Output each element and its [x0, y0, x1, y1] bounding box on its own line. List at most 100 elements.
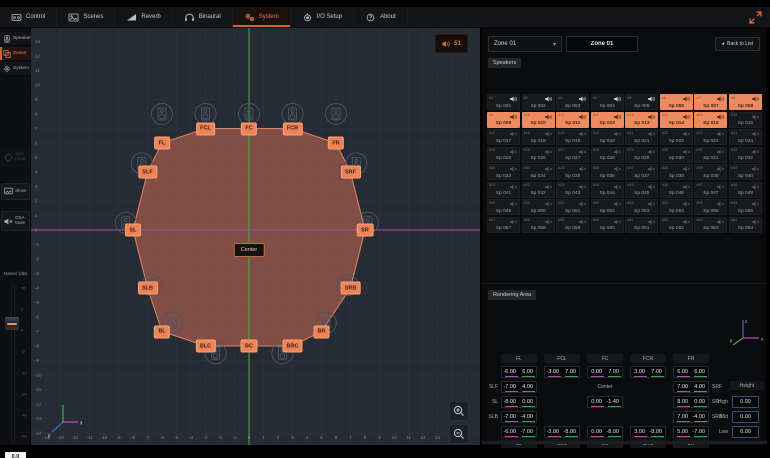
speaker-cell[interactable]: #63Sp 063: [694, 217, 727, 233]
speaker-cell[interactable]: #21Sp 021: [625, 129, 658, 145]
speaker-cell[interactable]: #58Sp 058: [522, 217, 555, 233]
height-field-Low[interactable]: 0.00: [732, 426, 759, 438]
ra-coordinate-field-SR[interactable]: 8.000.00: [673, 396, 709, 408]
speaker-cell[interactable]: #32Sp 032: [729, 147, 762, 163]
ra-coordinate-field-FL[interactable]: -6.006.00: [501, 366, 537, 378]
speaker-cell[interactable]: #54Sp 054: [660, 199, 693, 215]
speaker-cell[interactable]: #36Sp 036: [591, 164, 624, 180]
speaker-position-chip-SR[interactable]: SR: [357, 224, 374, 237]
ra-coordinate-field-SRB[interactable]: 7.00-4.00: [673, 411, 709, 423]
speaker-position-chip-FCR[interactable]: FCR: [282, 122, 302, 135]
speaker-cell[interactable]: #28Sp 028: [591, 147, 624, 163]
sidebar-item-zones[interactable]: Zones: [0, 47, 31, 61]
zoom-out-button[interactable]: [449, 424, 469, 444]
speaker-cell[interactable]: #16Sp 016: [729, 112, 762, 128]
speaker-cell[interactable]: #56Sp 056: [729, 199, 762, 215]
center-marker-chip[interactable]: Center: [234, 243, 265, 257]
speaker-cell[interactable]: #39Sp 039: [694, 164, 727, 180]
speaker-position-chip-FC[interactable]: FC: [241, 122, 257, 135]
speaker-position-chip-SRB[interactable]: SRB: [340, 282, 361, 295]
speaker-cell[interactable]: #22Sp 022: [660, 129, 693, 145]
speaker-cell[interactable]: #24Sp 024: [729, 129, 762, 145]
speaker-cell[interactable]: #41Sp 041: [487, 182, 520, 198]
speaker-cell[interactable]: #31Sp 031: [694, 147, 727, 163]
speaker-cell[interactable]: #60Sp 060: [591, 217, 624, 233]
speaker-cell[interactable]: #18Sp 018: [522, 129, 555, 145]
speaker-position-chip-FCL[interactable]: FCL: [196, 122, 216, 135]
ra-coordinate-field-FCR[interactable]: 3.007.00: [630, 366, 666, 378]
speaker-cell[interactable]: #26Sp 026: [522, 147, 555, 163]
speaker-position-chip-FR[interactable]: FR: [328, 137, 344, 150]
speaker-cell[interactable]: #9Sp 009: [487, 112, 520, 128]
speaker-position-chip-FL[interactable]: FL: [154, 137, 170, 150]
ra-coordinate-field-SLF[interactable]: -7.004.00: [501, 381, 537, 393]
ra-coordinate-field-BRC[interactable]: 3.00-8.00: [630, 426, 666, 438]
speaker-cell[interactable]: #5Sp 005: [625, 94, 658, 110]
tab-system[interactable]: System: [233, 7, 291, 27]
ra-coordinate-field-FCL[interactable]: -3.007.00: [544, 366, 580, 378]
speaker-cell[interactable]: #8Sp 008: [729, 94, 762, 110]
speaker-position-chip-BR[interactable]: BR: [313, 325, 330, 338]
speaker-cell[interactable]: #4Sp 004: [591, 94, 624, 110]
speaker-position-chip-SLB[interactable]: SLB: [138, 282, 158, 295]
ra-coordinate-field-BL[interactable]: -6.00-7.00: [501, 426, 537, 438]
speaker-cell[interactable]: #59Sp 059: [556, 217, 589, 233]
speaker-cell[interactable]: #27Sp 027: [556, 147, 589, 163]
speaker-cell[interactable]: #25Sp 025: [487, 147, 520, 163]
speaker-cell[interactable]: #20Sp 020: [591, 129, 624, 145]
tab-binaural[interactable]: Binaural: [173, 7, 233, 27]
tab-about[interactable]: About: [354, 7, 408, 27]
speaker-cell[interactable]: #45Sp 045: [625, 182, 658, 198]
speaker-cell[interactable]: #46Sp 046: [660, 182, 693, 198]
ra-coordinate-field-FC[interactable]: 0.007.00: [587, 366, 623, 378]
speaker-cell[interactable]: #47Sp 047: [694, 182, 727, 198]
speaker-cell[interactable]: #38Sp 038: [660, 164, 693, 180]
solo-clear-button[interactable]: Solo Clear: [1, 148, 30, 166]
speaker-cell[interactable]: #53Sp 053: [625, 199, 658, 215]
osa-mute-button[interactable]: OSA Mute: [1, 211, 30, 231]
height-field-Mid[interactable]: 0.00: [732, 411, 759, 423]
speaker-cell[interactable]: #52Sp 052: [591, 199, 624, 215]
speaker-cell[interactable]: #10Sp 010: [522, 112, 555, 128]
ra-coordinate-field-SL[interactable]: -8.000.00: [501, 396, 537, 408]
speaker-cell[interactable]: #29Sp 029: [625, 147, 658, 163]
zone-select-dropdown[interactable]: Zone 01 ▾: [488, 36, 562, 52]
speaker-position-chip-SLF[interactable]: SLF: [138, 166, 157, 179]
zone-plot[interactable]: -14-13-12-11-10-9-8-7-6-5-4-3-2-10123456…: [31, 28, 480, 445]
sidebar-item-speakers[interactable]: Speakers: [0, 32, 31, 46]
fader-track[interactable]: [12, 286, 14, 442]
tab-control[interactable]: Control: [0, 7, 57, 27]
speaker-cell[interactable]: #30Sp 030: [660, 147, 693, 163]
speaker-cell[interactable]: #51Sp 051: [556, 199, 589, 215]
zone-name-input[interactable]: [566, 36, 638, 52]
speaker-cell[interactable]: #50Sp 050: [522, 199, 555, 215]
speaker-cell[interactable]: #62Sp 062: [660, 217, 693, 233]
speaker-cell[interactable]: #55Sp 055: [694, 199, 727, 215]
tab-io-setup[interactable]: I/O Setup: [291, 7, 354, 27]
speaker-cell[interactable]: #23Sp 023: [694, 129, 727, 145]
speaker-cell[interactable]: #37Sp 037: [625, 164, 658, 180]
speaker-cell[interactable]: #43Sp 043: [556, 182, 589, 198]
speaker-cell[interactable]: #40Sp 040: [729, 164, 762, 180]
ra-coordinate-field-BLC[interactable]: -3.00-8.00: [544, 426, 580, 438]
speaker-cell[interactable]: #35Sp 035: [556, 164, 589, 180]
fullscreen-icon[interactable]: [749, 11, 762, 24]
speaker-cell[interactable]: #14Sp 014: [660, 112, 693, 128]
height-field-High[interactable]: 0.00: [732, 396, 759, 408]
show-button[interactable]: Show: [1, 183, 30, 200]
speaker-cell[interactable]: #2Sp 002: [522, 94, 555, 110]
speaker-cell[interactable]: #12Sp 012: [591, 112, 624, 128]
speaker-cell[interactable]: #3Sp 003: [556, 94, 589, 110]
speaker-cell[interactable]: #48Sp 048: [729, 182, 762, 198]
sidebar-item-system[interactable]: System: [0, 62, 31, 76]
speaker-cell[interactable]: #57Sp 057: [487, 217, 520, 233]
speaker-position-chip-SRF[interactable]: SRF: [341, 166, 361, 179]
speaker-cell[interactable]: #42Sp 042: [522, 182, 555, 198]
speaker-position-chip-SL[interactable]: SL: [125, 224, 141, 237]
speaker-position-chip-BLC[interactable]: BLC: [195, 340, 215, 353]
speaker-cell[interactable]: #61Sp 061: [625, 217, 658, 233]
ra-coordinate-field-BR[interactable]: 5.00-7.00: [673, 426, 709, 438]
speaker-cell[interactable]: #34Sp 034: [522, 164, 555, 180]
zoom-in-button[interactable]: [449, 401, 469, 421]
speaker-cell[interactable]: #6Sp 006: [660, 94, 693, 110]
